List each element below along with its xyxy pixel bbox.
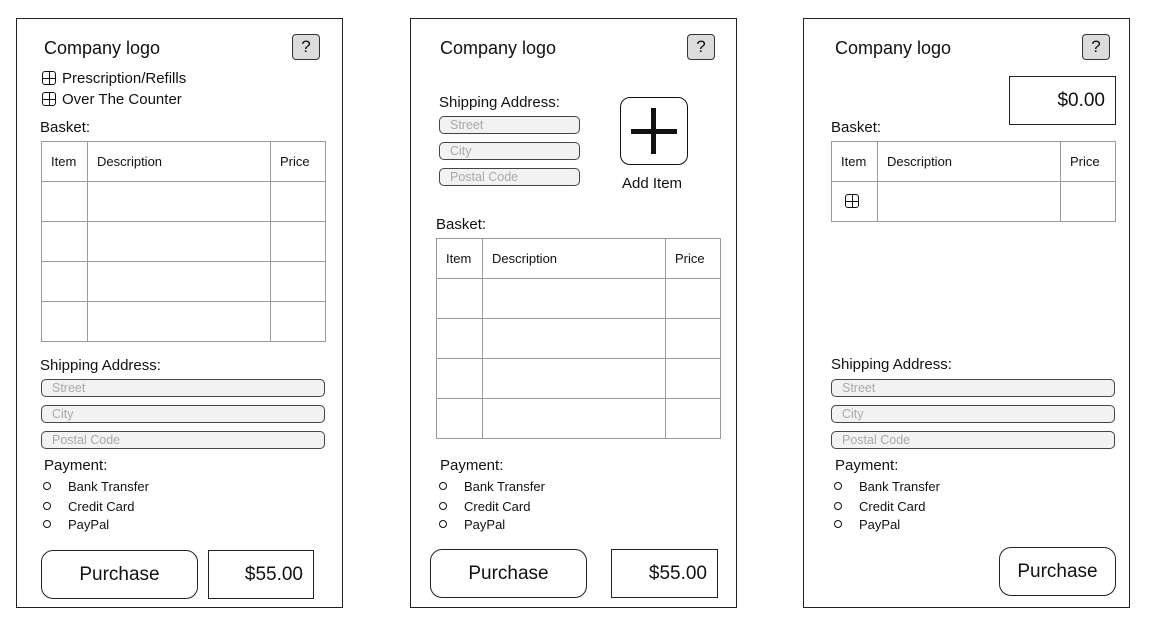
expand-icon (42, 92, 56, 106)
radio-icon (439, 520, 447, 528)
basket-table: Item Description Price (436, 238, 721, 439)
city-field[interactable]: City (41, 405, 325, 423)
city-field[interactable]: City (831, 405, 1115, 423)
table-row[interactable] (41, 261, 326, 302)
col-price: Price (270, 141, 326, 182)
total-price: $55.00 (208, 550, 314, 599)
col-item: Item (41, 141, 88, 182)
shipping-address-label: Shipping Address: (831, 356, 952, 373)
table-row[interactable] (436, 398, 721, 439)
table-row[interactable] (436, 358, 721, 399)
table-row[interactable] (831, 181, 1116, 222)
screen-1: Company logo ? Prescription/Refills Over… (16, 18, 343, 608)
radio-icon (439, 502, 447, 510)
radio-bank-transfer[interactable]: Bank Transfer (439, 479, 545, 494)
shipping-address-label: Shipping Address: (439, 94, 560, 111)
menu-item-over-the-counter[interactable]: Over The Counter (42, 91, 182, 108)
col-item: Item (831, 141, 878, 182)
radio-bank-transfer[interactable]: Bank Transfer (834, 479, 940, 494)
company-logo: Company logo (835, 38, 952, 58)
radio-icon (834, 520, 842, 528)
table-row[interactable] (436, 318, 721, 359)
company-logo: Company logo (44, 38, 161, 58)
radio-credit-card[interactable]: Credit Card (834, 499, 925, 514)
purchase-button[interactable]: Purchase (41, 550, 198, 599)
menu-item-prescription-refills[interactable]: Prescription/Refills (42, 70, 186, 87)
basket-label: Basket: (40, 119, 91, 136)
add-item-icon[interactable] (620, 97, 688, 165)
help-button[interactable]: ? (292, 34, 320, 60)
screen-2: Company logo ? Shipping Address: Street … (410, 18, 737, 608)
postal-code-field[interactable]: Postal Code (831, 431, 1115, 449)
shipping-address-label: Shipping Address: (40, 357, 161, 374)
purchase-button[interactable]: Purchase (999, 547, 1116, 596)
total-price: $55.00 (611, 549, 718, 598)
street-field[interactable]: Street (41, 379, 325, 397)
street-field[interactable]: Street (439, 116, 580, 134)
radio-credit-card[interactable]: Credit Card (43, 499, 134, 514)
add-item-label[interactable]: Add Item (622, 175, 682, 192)
col-description: Description (87, 141, 271, 182)
radio-credit-card[interactable]: Credit Card (439, 499, 530, 514)
col-description: Description (482, 238, 666, 279)
col-price: Price (665, 238, 721, 279)
radio-icon (834, 482, 842, 490)
radio-paypal[interactable]: PayPal (834, 517, 900, 532)
col-description: Description (877, 141, 1061, 182)
radio-paypal[interactable]: PayPal (439, 517, 505, 532)
basket-label: Basket: (831, 119, 882, 136)
table-header-row: Item Description Price (436, 238, 721, 279)
screen-3: Company logo ? $0.00 Basket: Item Descri… (803, 18, 1130, 608)
radio-icon (43, 502, 51, 510)
purchase-button[interactable]: Purchase (430, 549, 587, 598)
radio-icon (43, 520, 51, 528)
postal-code-field[interactable]: Postal Code (439, 168, 580, 186)
help-button[interactable]: ? (1082, 34, 1110, 60)
street-field[interactable]: Street (831, 379, 1115, 397)
table-row[interactable] (436, 278, 721, 319)
radio-icon (834, 502, 842, 510)
company-logo: Company logo (440, 38, 557, 58)
table-row[interactable] (41, 301, 326, 342)
col-item: Item (436, 238, 483, 279)
basket-table: Item Description Price (41, 141, 326, 342)
basket-label: Basket: (436, 216, 487, 233)
basket-table: Item Description Price (831, 141, 1116, 222)
radio-icon (439, 482, 447, 490)
help-button[interactable]: ? (687, 34, 715, 60)
col-price: Price (1060, 141, 1116, 182)
radio-icon (43, 482, 51, 490)
table-row[interactable] (41, 181, 326, 222)
add-row-icon[interactable] (845, 194, 859, 208)
table-header-row: Item Description Price (41, 141, 326, 182)
postal-code-field[interactable]: Postal Code (41, 431, 325, 449)
table-row[interactable] (41, 221, 326, 262)
total-price: $0.00 (1009, 76, 1116, 125)
payment-label: Payment: (440, 457, 504, 474)
radio-paypal[interactable]: PayPal (43, 517, 109, 532)
expand-icon (42, 71, 56, 85)
table-header-row: Item Description Price (831, 141, 1116, 182)
payment-label: Payment: (835, 457, 899, 474)
city-field[interactable]: City (439, 142, 580, 160)
radio-bank-transfer[interactable]: Bank Transfer (43, 479, 149, 494)
payment-label: Payment: (44, 457, 108, 474)
